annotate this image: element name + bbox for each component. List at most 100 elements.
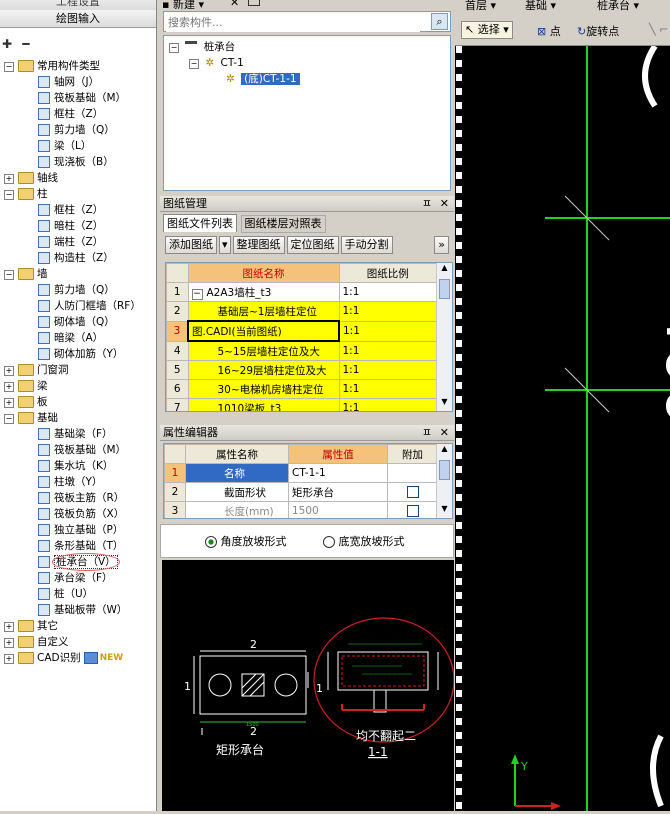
table-row[interactable]: 6 30~电梯机房墙柱定位 1:1 bbox=[166, 379, 437, 399]
drawing-name-cell[interactable]: 16~29层墙柱定位及大 bbox=[187, 360, 340, 380]
tree-item[interactable]: 筏板基础（M） bbox=[38, 90, 126, 106]
tree-item[interactable]: 筏板主筋（R） bbox=[38, 490, 124, 506]
scroll-up-icon[interactable]: ▲ bbox=[437, 263, 452, 277]
property-value[interactable]: 1500 bbox=[288, 501, 388, 518]
tree-folder[interactable]: + 其它 bbox=[4, 618, 58, 634]
expand-all-icon[interactable]: ✚ bbox=[2, 37, 12, 51]
tree-folder[interactable]: + CAD识别 NEW bbox=[4, 650, 123, 666]
property-row[interactable]: 2 截面形状 矩形承台 bbox=[164, 482, 438, 502]
scroll-thumb[interactable] bbox=[439, 460, 450, 480]
tree-item[interactable]: 框柱（Z） bbox=[38, 202, 103, 218]
cad-viewport[interactable]: 首层 ▾ 基础 ▾ 桩承台 ▾ ↖ 选择 ▾ ⊠ 点 ↻旋转点 ╲ ⌐ 400 … bbox=[455, 0, 670, 811]
extra-checkbox[interactable] bbox=[406, 505, 419, 517]
collapse-icon[interactable]: − bbox=[191, 288, 203, 300]
tree-item[interactable]: 端柱（Z） bbox=[38, 234, 103, 250]
locate-drawing-button[interactable]: 定位图纸 bbox=[286, 236, 339, 254]
tree-item[interactable]: 基础板带（W） bbox=[38, 602, 127, 618]
tree-folder[interactable]: + 自定义 bbox=[4, 634, 69, 650]
table-row[interactable]: 7 1010梁板_t3 1:1 bbox=[166, 398, 437, 411]
tree-item[interactable]: 基础梁（F） bbox=[38, 426, 113, 442]
tree-item[interactable]: 砌体加筋（Y） bbox=[38, 346, 123, 362]
drawing-scale-cell[interactable]: 1:1 bbox=[338, 398, 437, 411]
scroll-down-icon[interactable]: ▼ bbox=[437, 397, 452, 411]
tree-item[interactable]: 柱墩（Y） bbox=[38, 474, 102, 490]
chevron-down-icon[interactable]: ▾ bbox=[551, 0, 557, 12]
tree-item[interactable]: 现浇板（B） bbox=[38, 154, 114, 170]
floor-select[interactable]: 首层 ▾ bbox=[465, 0, 496, 13]
tree-node-root[interactable]: − 桩承台 bbox=[169, 39, 235, 55]
collapse-icon[interactable]: − bbox=[4, 414, 14, 424]
tree-folder[interactable]: + 板 bbox=[4, 394, 48, 410]
tree-item[interactable]: 梁（L） bbox=[38, 138, 91, 154]
radio-checked-icon[interactable] bbox=[205, 536, 217, 548]
expand-icon[interactable]: + bbox=[4, 174, 14, 184]
category-select[interactable]: 基础 ▾ bbox=[525, 0, 556, 13]
tree-folder[interactable]: + 门窗洞 bbox=[4, 362, 69, 378]
draw-input-tab[interactable]: 绘图输入 bbox=[0, 10, 156, 28]
select-button[interactable]: ↖ 选择 ▾ bbox=[461, 21, 513, 39]
drawing-scale-cell[interactable]: 1:1 bbox=[338, 360, 437, 380]
toolbar-expand-collapse[interactable]: ✚ ━ bbox=[2, 37, 29, 51]
point-button[interactable]: ⊠ 点 bbox=[537, 23, 561, 39]
radio-angle-slope[interactable]: 角度放坡形式 bbox=[205, 533, 287, 549]
property-row[interactable]: 3 长度(mm) 1500 bbox=[164, 501, 438, 518]
drawing-scale-cell[interactable]: 1:1 bbox=[338, 379, 437, 399]
more-button[interactable]: » bbox=[434, 236, 449, 254]
column-header-scale[interactable]: 图纸比例 bbox=[338, 263, 437, 283]
drawing-scale-cell[interactable]: 1:1 bbox=[338, 301, 437, 322]
expand-icon[interactable]: + bbox=[4, 654, 14, 664]
scroll-up-icon[interactable]: ▲ bbox=[437, 444, 452, 458]
property-value[interactable]: 矩形承台 bbox=[288, 482, 388, 502]
pin-icon[interactable]: ㅍ bbox=[422, 425, 432, 440]
drawing-scale-cell[interactable]: 1:1 bbox=[338, 282, 437, 302]
tree-item[interactable]: 独立基础（P） bbox=[38, 522, 123, 538]
scroll-thumb[interactable] bbox=[439, 279, 450, 299]
column-header-value[interactable]: 属性值 bbox=[288, 444, 388, 464]
table-row[interactable]: 2 基础层~1层墙柱定位 1:1 bbox=[166, 301, 437, 322]
add-drawing-button[interactable]: 添加图纸 bbox=[165, 236, 217, 254]
radio-unchecked-icon[interactable] bbox=[323, 536, 335, 548]
tree-item[interactable]: 人防门框墙（RF） bbox=[38, 298, 141, 314]
collapse-icon[interactable]: − bbox=[4, 270, 14, 280]
expand-icon[interactable]: + bbox=[4, 622, 14, 632]
property-row[interactable]: 1 名称 CT-1-1 bbox=[164, 463, 438, 483]
drawing-name-cell[interactable]: 1010梁板_t3 bbox=[187, 398, 340, 411]
tree-item[interactable]: 砌体墙（Q） bbox=[38, 314, 115, 330]
tree-item[interactable]: 轴网（J） bbox=[38, 74, 99, 90]
extra-checkbox[interactable] bbox=[406, 486, 419, 498]
vertical-scrollbar[interactable]: ▲ ▼ bbox=[436, 444, 452, 518]
copy-icon[interactable] bbox=[248, 0, 260, 6]
tree-item[interactable]: 构造柱（Z） bbox=[38, 250, 114, 266]
tree-item[interactable]: 剪力墙（Q） bbox=[38, 122, 115, 138]
chevron-down-icon[interactable]: ▾ bbox=[634, 0, 640, 12]
collapse-icon[interactable]: − bbox=[4, 62, 14, 72]
table-row[interactable]: 1− A2A3墙柱_t3 1:1 bbox=[166, 282, 437, 302]
tree-item[interactable]: 暗梁（A） bbox=[38, 330, 103, 346]
tree-item[interactable]: 条形基础（T） bbox=[38, 538, 123, 554]
tab-floor-mapping[interactable]: 图纸楼层对照表 bbox=[240, 215, 326, 233]
column-header-extra[interactable]: 附加 bbox=[387, 444, 438, 464]
close-icon[interactable]: ✕ bbox=[440, 196, 449, 211]
tree-item[interactable]: 暗柱（Z） bbox=[38, 218, 103, 234]
collapse-icon[interactable]: − bbox=[169, 43, 179, 53]
search-input[interactable] bbox=[166, 13, 420, 32]
tree-item[interactable]: 承台梁（F） bbox=[38, 570, 113, 586]
radio-width-slope[interactable]: 底宽放坡形式 bbox=[323, 533, 405, 549]
drawing-scale-cell[interactable]: 1:1 bbox=[338, 340, 437, 361]
tree-folder[interactable]: − 柱 bbox=[4, 186, 48, 202]
table-row[interactable]: 5 16~29层墙柱定位及大 1:1 bbox=[166, 360, 437, 380]
expand-icon[interactable]: + bbox=[4, 382, 14, 392]
drawing-name-cell[interactable]: − A2A3墙柱_t3 bbox=[187, 282, 340, 302]
drawing-name-cell[interactable]: 基础层~1层墙柱定位 bbox=[187, 301, 340, 322]
vertical-scrollbar[interactable]: ▲ ▼ bbox=[436, 263, 452, 411]
expand-icon[interactable]: + bbox=[4, 398, 14, 408]
property-value[interactable]: CT-1-1 bbox=[288, 463, 388, 483]
collapse-icon[interactable]: − bbox=[4, 190, 14, 200]
tree-item[interactable]: 桩（U） bbox=[38, 586, 93, 602]
drawing-scale-cell[interactable]: 1:1 bbox=[338, 320, 437, 342]
chevron-down-icon[interactable]: ▾ bbox=[491, 0, 497, 12]
manual-split-button[interactable]: 手动分割 bbox=[340, 236, 393, 254]
pin-icon[interactable]: ㅍ bbox=[422, 196, 432, 211]
add-drawing-dropdown[interactable]: ▾ bbox=[219, 236, 231, 254]
tree-item[interactable]: 集水坑（K） bbox=[38, 458, 113, 474]
